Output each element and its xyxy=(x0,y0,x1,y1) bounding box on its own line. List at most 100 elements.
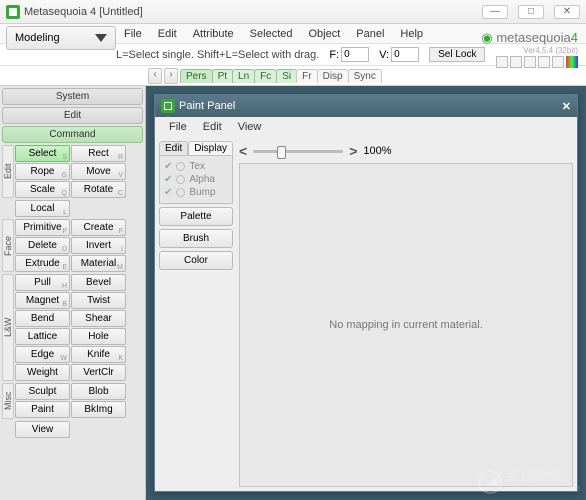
title-bar: Metasequoia 4 [Untitled] — □ ✕ xyxy=(0,0,586,24)
tool-shear[interactable]: Shear xyxy=(71,310,126,327)
f-input[interactable] xyxy=(341,47,369,62)
menu-object[interactable]: Object xyxy=(300,26,348,42)
tool-select[interactable]: SelectS xyxy=(15,145,70,162)
category-misc: Misc xyxy=(2,383,14,419)
pp-menu-view[interactable]: View xyxy=(230,119,270,135)
tool-pull[interactable]: PullH xyxy=(15,274,70,291)
menu-help[interactable]: Help xyxy=(392,26,431,42)
menu-attribute[interactable]: Attribute xyxy=(185,26,242,42)
app-icon xyxy=(6,5,20,19)
tool-edge[interactable]: EdgeW xyxy=(15,346,70,363)
paint-panel-menu: File Edit View xyxy=(155,117,577,137)
category-edit: Edit xyxy=(2,145,14,198)
v-input[interactable] xyxy=(391,47,419,62)
tool-icon-1[interactable] xyxy=(496,56,508,68)
tool-local[interactable]: LocalL xyxy=(15,200,70,217)
tool-icon-5[interactable] xyxy=(552,56,564,68)
tool-move[interactable]: MoveV xyxy=(71,163,126,180)
menu-selected[interactable]: Selected xyxy=(242,26,301,42)
tool-blob[interactable]: Blob xyxy=(71,383,126,400)
menu-panel[interactable]: Panel xyxy=(348,26,392,42)
tool-knife[interactable]: KnifeK xyxy=(71,346,126,363)
tool-twist[interactable]: Twist xyxy=(71,292,126,309)
pp-tab-edit[interactable]: Edit xyxy=(159,141,188,155)
tool-icon-3[interactable] xyxy=(524,56,536,68)
palette-button[interactable]: Palette xyxy=(159,207,233,226)
check-icon[interactable]: ✔ xyxy=(164,161,172,172)
window-title: Metasequoia 4 [Untitled] xyxy=(24,6,482,18)
radio-tex[interactable] xyxy=(176,162,185,171)
tool-weight[interactable]: Weight xyxy=(15,364,70,381)
tool-bevel[interactable]: Bevel xyxy=(71,274,126,291)
sidebar: System Edit Command EditSelectSRectRRope… xyxy=(0,86,146,500)
tab-nav-next[interactable]: › xyxy=(164,68,178,84)
menu-file[interactable]: File xyxy=(116,26,150,42)
system-button[interactable]: System xyxy=(2,88,143,105)
tool-material[interactable]: MaterialM xyxy=(71,255,126,272)
tab-si[interactable]: Si xyxy=(276,69,297,83)
pp-menu-file[interactable]: File xyxy=(161,119,195,135)
brush-button[interactable]: Brush xyxy=(159,229,233,248)
f-label: F: xyxy=(329,49,339,61)
window-controls: — □ ✕ xyxy=(482,5,580,19)
paint-canvas[interactable]: No mapping in current material. xyxy=(239,163,573,487)
tool-rope[interactable]: RopeG xyxy=(15,163,70,180)
command-button[interactable]: Command xyxy=(2,126,143,143)
tab-fc[interactable]: Fc xyxy=(254,69,277,83)
tab-nav-prev[interactable]: ‹ xyxy=(148,68,162,84)
radio-alpha[interactable] xyxy=(176,175,185,184)
edit-button[interactable]: Edit xyxy=(2,107,143,124)
tool-paint[interactable]: Paint xyxy=(15,401,70,418)
tab-pt[interactable]: Pt xyxy=(212,69,233,83)
pp-menu-edit[interactable]: Edit xyxy=(195,119,230,135)
zoom-out-button[interactable]: < xyxy=(239,143,247,159)
tool-icon-4[interactable] xyxy=(538,56,550,68)
tool-magnet[interactable]: MagnetB xyxy=(15,292,70,309)
close-button[interactable]: ✕ xyxy=(554,5,580,19)
tool-vertclr[interactable]: VertClr xyxy=(71,364,126,381)
tool-primitive[interactable]: PrimitiveP xyxy=(15,219,70,236)
tool-bkimg[interactable]: BkImg xyxy=(71,401,126,418)
radio-bump[interactable] xyxy=(176,188,185,197)
viewport[interactable]: Paint Panel ✕ File Edit View Edit Displa… xyxy=(146,86,586,500)
color-bars-icon[interactable] xyxy=(566,56,578,68)
zoom-value: 100% xyxy=(363,145,391,157)
pp-checks: ✔Tex ✔Alpha ✔Bump xyxy=(159,155,233,204)
minimize-button[interactable]: — xyxy=(482,5,508,19)
paint-panel-title: Paint Panel xyxy=(179,100,235,112)
tool-create[interactable]: CreateF xyxy=(71,219,126,236)
tool-view[interactable]: View xyxy=(15,421,70,438)
tool-hole[interactable]: Hole xyxy=(71,328,126,345)
tool-lattice[interactable]: Lattice xyxy=(15,328,70,345)
zoom-slider: < > 100% xyxy=(239,141,573,163)
tab-disp[interactable]: Disp xyxy=(317,69,349,83)
color-button[interactable]: Color xyxy=(159,251,233,270)
menu-edit[interactable]: Edit xyxy=(150,26,185,42)
paint-panel-close-icon[interactable]: ✕ xyxy=(562,100,571,113)
tab-sync[interactable]: Sync xyxy=(348,69,382,83)
tool-extrude[interactable]: ExtrudeE xyxy=(15,255,70,272)
zoom-track[interactable] xyxy=(253,150,343,153)
tab-pers[interactable]: Pers xyxy=(180,69,213,83)
tab-ln[interactable]: Ln xyxy=(232,69,255,83)
tab-fr[interactable]: Fr xyxy=(296,69,317,83)
check-icon[interactable]: ✔ xyxy=(164,174,172,185)
sel-lock-button[interactable]: Sel Lock xyxy=(429,47,485,62)
tool-bend[interactable]: Bend xyxy=(15,310,70,327)
mode-label: Modeling xyxy=(15,32,60,44)
paint-panel-titlebar[interactable]: Paint Panel ✕ xyxy=(155,95,577,117)
tool-scale[interactable]: ScaleQ xyxy=(15,181,70,198)
maximize-button[interactable]: □ xyxy=(518,5,544,19)
zoom-in-button[interactable]: > xyxy=(349,143,357,159)
pp-tab-display[interactable]: Display xyxy=(188,141,233,155)
paint-panel-icon xyxy=(161,99,175,113)
tool-rect[interactable]: RectR xyxy=(71,145,126,162)
tool-delete[interactable]: DeleteD xyxy=(15,237,70,254)
mode-dropdown[interactable]: Modeling xyxy=(6,26,116,50)
check-icon[interactable]: ✔ xyxy=(164,187,172,198)
tool-icon-2[interactable] xyxy=(510,56,522,68)
category-face: Face xyxy=(2,219,14,272)
tool-rotate[interactable]: RotateC xyxy=(71,181,126,198)
tool-sculpt[interactable]: Sculpt xyxy=(15,383,70,400)
tool-invert[interactable]: InvertI xyxy=(71,237,126,254)
